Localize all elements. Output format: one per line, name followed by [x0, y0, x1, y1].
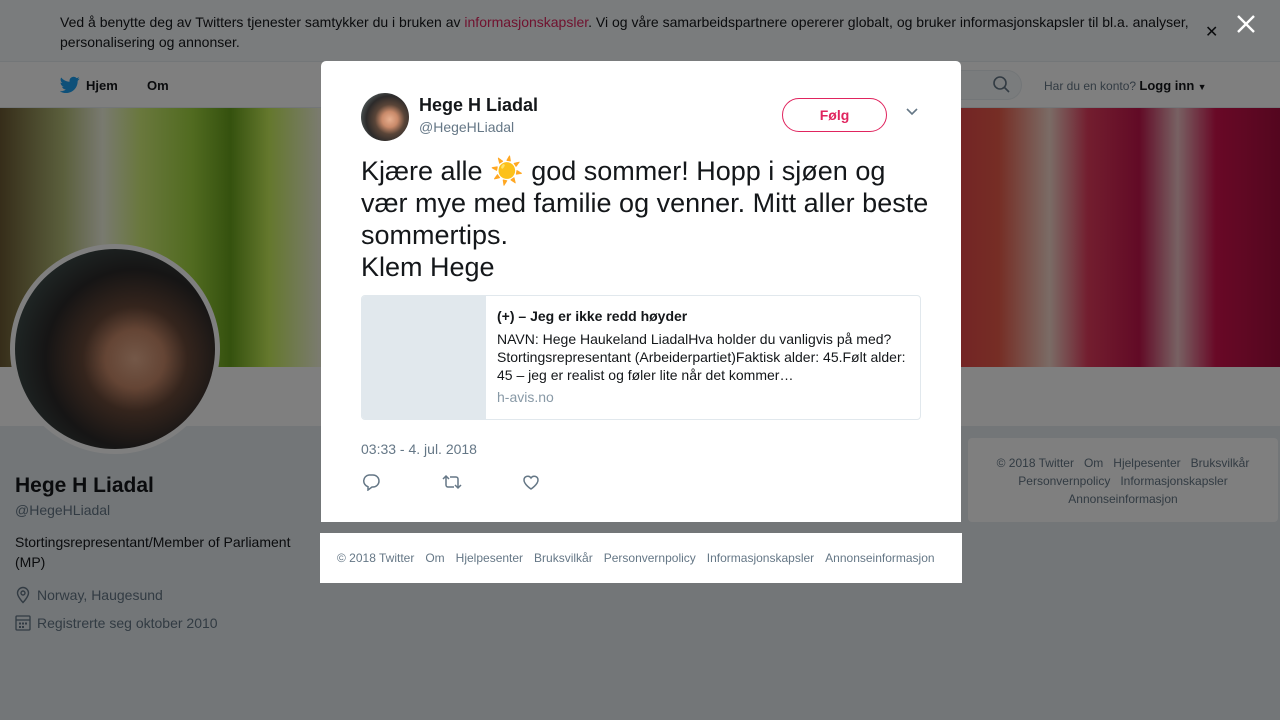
follow-button[interactable]: Følg	[782, 98, 887, 132]
retweet-button[interactable]	[441, 473, 521, 493]
link-card[interactable]: (+) – Jeg er ikke redd høyder NAVN: Hege…	[361, 295, 921, 420]
chevron-down-icon[interactable]	[905, 107, 919, 117]
tweet-text-part1: Kjære alle	[361, 156, 491, 186]
card-description: NAVN: Hege Haukeland LiadalHva holder du…	[497, 331, 906, 383]
footer-copyright: © 2018 Twitter	[337, 551, 415, 565]
card-title: (+) – Jeg er ikke redd høyder	[497, 308, 688, 324]
footer-link-help[interactable]: Hjelpesenter	[456, 551, 523, 565]
tweet-author-handle[interactable]: @HegeHLiadal	[419, 119, 514, 135]
footer-link-privacy[interactable]: Personvernpolicy	[604, 551, 696, 565]
footer-link-terms[interactable]: Bruksvilkår	[534, 551, 593, 565]
tweet-author-name[interactable]: Hege H Liadal	[419, 95, 538, 116]
footer-link-ads[interactable]: Annonseinformasjon	[825, 551, 934, 565]
tweet-avatar[interactable]	[361, 93, 409, 141]
reply-icon	[362, 474, 380, 492]
retweet-icon	[442, 474, 462, 490]
sun-emoji-icon: ☀️	[490, 156, 524, 186]
tweet-text: Kjære alle ☀️ god sommer! Hopp i sjøen o…	[361, 155, 931, 283]
card-image-placeholder	[362, 296, 486, 419]
modal-footer: © 2018 Twitter Om Hjelpesenter Bruksvilk…	[320, 533, 962, 583]
footer-link-about[interactable]: Om	[425, 551, 444, 565]
tweet-modal: Hege H Liadal @HegeHLiadal Følg Kjære al…	[321, 61, 961, 522]
heart-icon	[523, 475, 539, 490]
tweet-actions	[361, 473, 601, 493]
card-domain: h-avis.no	[497, 389, 554, 405]
footer-link-cookies[interactable]: Informasjonskapsler	[707, 551, 814, 565]
like-button[interactable]	[521, 473, 601, 493]
tweet-timestamp[interactable]: 03:33 - 4. jul. 2018	[361, 441, 477, 457]
close-icon[interactable]	[1234, 12, 1258, 36]
reply-button[interactable]	[361, 473, 441, 493]
